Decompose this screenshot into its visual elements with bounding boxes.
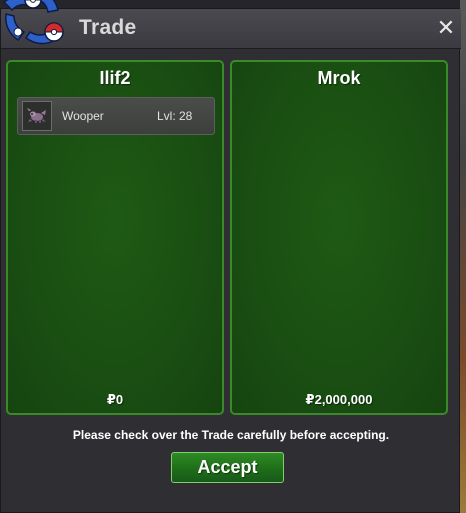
trade-notice: Please check over the Trade carefully be…: [72, 428, 390, 442]
wooper-sprite-icon: [22, 101, 52, 131]
item-name: Wooper: [62, 109, 104, 123]
trade-panel-partner: Mrok ₽2,000,000: [230, 60, 448, 415]
player-name: Mrok: [317, 68, 361, 88]
player-name: Ilif2: [99, 68, 131, 88]
trade-window: Trade ✕ Ilif2 Wooper Lvl: 28 ₽0 Mrok ₽2,…: [0, 8, 461, 513]
trade-panel-self: Ilif2 Wooper Lvl: 28 ₽0: [6, 60, 224, 415]
close-button[interactable]: ✕: [435, 16, 457, 40]
money-offer: ₽0: [106, 392, 124, 407]
window-title: Trade: [79, 16, 137, 39]
item-level: Lvl: 28: [157, 109, 193, 123]
money-offer: ₽2,000,000: [305, 392, 373, 407]
game-logo-icon: [0, 0, 72, 54]
stage: Trade ✕ Ilif2 Wooper Lvl: 28 ₽0 Mrok ₽2,…: [0, 0, 466, 513]
trade-item[interactable]: Wooper Lvl: 28: [17, 97, 215, 135]
accept-button[interactable]: Accept: [171, 452, 284, 483]
